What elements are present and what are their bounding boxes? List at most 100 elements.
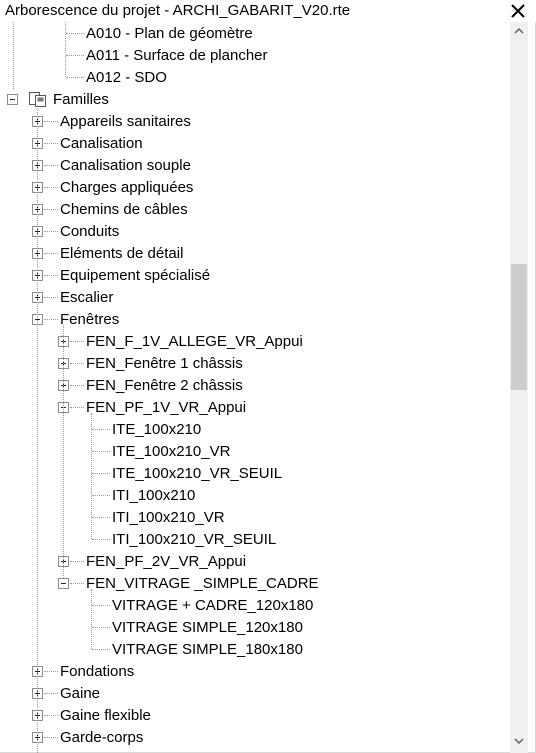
tree-guide-line [65,22,66,77]
scrollbar-thumb[interactable] [511,264,527,390]
tree-branch-line [44,253,58,254]
tree-item-family[interactable]: FEN_F_1V_ALLEGE_VR_Appui [0,331,510,353]
tree-item-category[interactable]: Gaine flexible [0,705,510,727]
tree-item-sheet[interactable]: A010 - Plan de géomètre [0,23,510,45]
tree-branch-line [70,363,84,364]
tree-branch-line [44,737,58,738]
tree-branch-line [44,693,58,694]
tree-item-category[interactable]: Equipement spécialisé [0,265,510,287]
family-label: FEN_PF_2V_VR_Appui [86,553,247,570]
project-browser-panel: Arborescence du projet - ARCHI_GABARIT_V… [0,0,536,753]
tree-item-type[interactable]: ITI_100x210 [0,485,510,507]
tree-guide-line [13,22,14,89]
tree-item-type[interactable]: ITI_100x210_VR_SEUIL [0,529,510,551]
tree-item-family[interactable]: FEN_PF_2V_VR_Appui [0,551,510,573]
category-label: Eléments de détail [60,245,184,262]
tree-item-category[interactable]: Garde-corps [0,727,510,749]
category-label: Garde-corps [60,729,144,746]
category-label: Equipement spécialisé [60,267,211,284]
tree-branch-line [92,495,110,496]
tree-item-category[interactable]: Conduits [0,221,510,243]
tree-item-type[interactable]: ITE_100x210 [0,419,510,441]
title-bar: Arborescence du projet - ARCHI_GABARIT_V… [0,0,536,22]
tree-guide-line [91,589,92,649]
tree-item-category[interactable]: Fenêtres [0,309,510,331]
scroll-up-button[interactable] [510,22,528,40]
tree-guide-line [91,413,92,539]
tree-branch-line [44,671,58,672]
families-label: Familles [53,91,109,108]
tree-item-type[interactable]: ITE_100x210_VR_SEUIL [0,463,510,485]
vertical-scrollbar[interactable] [510,22,528,753]
tree-item-category[interactable]: Canalisation souple [0,155,510,177]
category-label: Appareils sanitaires [60,113,191,130]
tree-branch-line [66,55,84,56]
category-label: Charges appliquées [60,179,194,196]
tree-item-family[interactable]: FEN_PF_1V_VR_Appui [0,397,510,419]
sheet-label: A011 - Surface de plancher [86,47,268,64]
type-label: VITRAGE SIMPLE_120x180 [112,619,303,636]
type-label: ITI_100x210_VR_SEUIL [112,531,277,548]
tree-item-type[interactable]: VITRAGE SIMPLE_120x180 [0,617,510,639]
close-icon [511,4,525,18]
window-title: Arborescence du projet - ARCHI_GABARIT_V… [5,2,351,19]
tree-branch-line [70,341,84,342]
tree-item-type[interactable]: VITRAGE + CADRE_120x180 [0,595,510,617]
tree-item-family[interactable]: FEN_VITRAGE _SIMPLE_CADRE [0,573,510,595]
tree-item-sheet[interactable]: A012 - SDO [0,67,510,89]
family-label: FEN_F_1V_ALLEGE_VR_Appui [86,333,303,350]
category-label: Canalisation souple [60,157,191,174]
tree-item-category[interactable]: Canalisation [0,133,510,155]
tree-item-category[interactable]: Escalier [0,287,510,309]
tree-branch-line [44,165,58,166]
scroll-down-button[interactable] [510,733,528,751]
collapse-toggle[interactable] [58,578,69,589]
tree-branch-line [92,649,110,650]
tree-item-category[interactable]: Fondations [0,661,510,683]
tree-guide-line [37,105,38,753]
tree-item-type[interactable]: ITI_100x210_VR [0,507,510,529]
family-label: FEN_VITRAGE _SIMPLE_CADRE [86,575,319,592]
tree-branch-line [44,231,58,232]
chevron-up-icon [514,27,524,34]
tree-item-category[interactable]: Appareils sanitaires [0,111,510,133]
category-label: Fondations [60,663,135,680]
tree-branch-line [92,517,110,518]
type-label: VITRAGE SIMPLE_180x180 [112,641,303,658]
tree-item-type[interactable]: VITRAGE SIMPLE_180x180 [0,639,510,661]
sheet-label: A012 - SDO [86,69,167,86]
tree-branch-line [70,407,84,408]
tree-item-category[interactable]: Eléments de détail [0,243,510,265]
tree-branch-line [66,77,84,78]
category-label: Canalisation [60,135,143,152]
tree-branch-line [92,473,110,474]
tree-item-type[interactable]: ITE_100x210_VR [0,441,510,463]
tree-item-category[interactable]: Gaine [0,683,510,705]
project-tree[interactable]: A010 - Plan de géomètre A011 - Surface de… [0,22,510,753]
type-label: ITI_100x210_VR [112,509,225,526]
tree-branch-line [70,561,84,562]
tree-branch-line [92,605,110,606]
tree-item-family[interactable]: FEN_Fenêtre 1 châssis [0,353,510,375]
tree-item-family[interactable]: FEN_Fenêtre 2 châssis [0,375,510,397]
close-button[interactable] [505,0,531,22]
tree-item-sheet[interactable]: A011 - Surface de plancher [0,45,510,67]
type-label: ITE_100x210 [112,421,202,438]
tree-branch-line [44,319,58,320]
tree-branch-line [44,275,58,276]
tree-branch-line [44,121,58,122]
tree-item-category[interactable]: Charges appliquées [0,177,510,199]
tree-item-category[interactable]: Chemins de câbles [0,199,510,221]
collapse-toggle[interactable] [7,94,18,105]
family-label: FEN_Fenêtre 2 châssis [86,377,243,394]
tree-branch-line [92,429,110,430]
sheet-label: A010 - Plan de géomètre [86,25,253,42]
type-label: ITI_100x210 [112,487,196,504]
tree-branch-line [44,187,58,188]
tree-branch-line [70,583,84,584]
type-label: ITE_100x210_VR_SEUIL [112,465,283,482]
tree-item-families[interactable]: Familles [0,89,510,111]
category-label: Escalier [60,289,114,306]
category-label: Gaine flexible [60,707,151,724]
category-label: Gaine [60,685,101,702]
